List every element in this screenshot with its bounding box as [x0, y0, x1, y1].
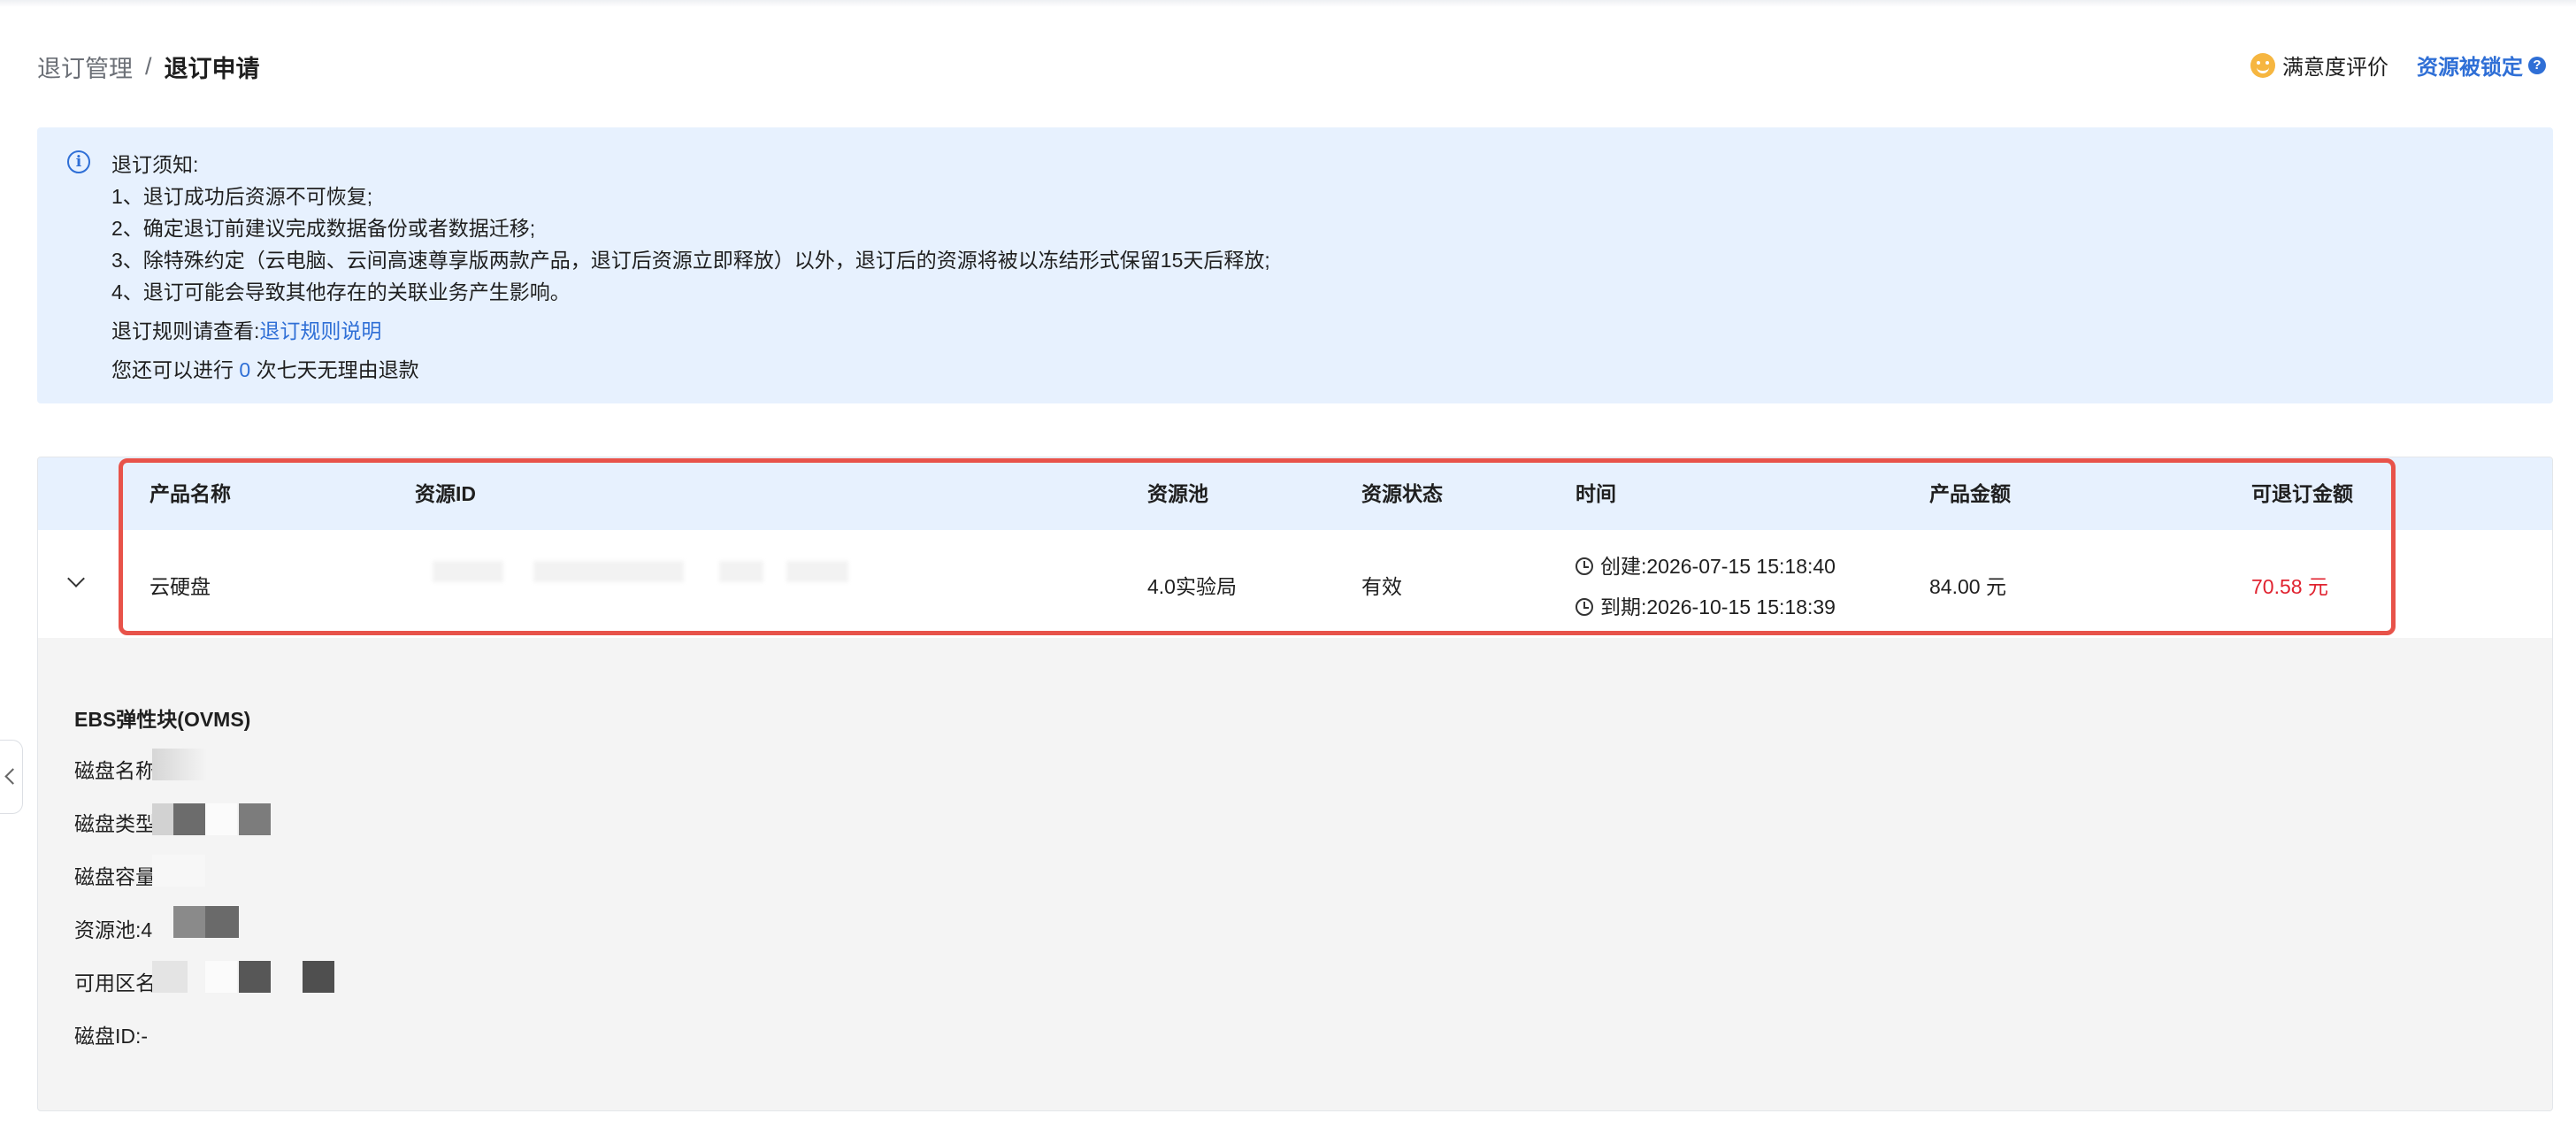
- col-amount: 产品金额: [1929, 482, 2011, 505]
- redacted-value: [152, 803, 173, 835]
- rule-link[interactable]: 退订规则说明: [259, 319, 381, 342]
- unsubscribe-notice: i 退订须知: 1、退订成功后资源不可恢复; 2、确定退订前建议完成数据备份或者…: [37, 127, 2553, 403]
- detail-title: EBS弹性块(OVMS): [74, 708, 251, 731]
- col-status: 资源状态: [1361, 482, 1443, 505]
- redacted-value: [152, 961, 188, 993]
- detail-disk-capacity: 磁盘容量: [74, 865, 156, 888]
- cell-refundable: 70.58 元: [2251, 575, 2328, 598]
- refund-line: 您还可以进行 0 次七天无理由退款: [111, 354, 1270, 386]
- resource-locked-label: 资源被锁定: [2417, 56, 2523, 80]
- redacted-value: [239, 961, 271, 993]
- redacted-id: [786, 561, 848, 582]
- redacted-value: [205, 906, 239, 938]
- notice-title: 退订须知:: [111, 153, 199, 176]
- chevron-down-icon[interactable]: [67, 570, 85, 588]
- redacted-value: [173, 803, 205, 835]
- breadcrumb-separator: /: [145, 53, 152, 80]
- redacted-value: [173, 906, 205, 938]
- detail-disk-name: 磁盘名称: [74, 759, 156, 782]
- detail-zone: 可用区名: [74, 972, 156, 995]
- sidebar-collapse-handle[interactable]: [0, 740, 23, 814]
- rule-prefix: 退订规则请查看:: [111, 319, 260, 342]
- cell-expires: 到期:2026-10-15 15:18:39: [1576, 590, 1836, 620]
- resource-locked-link[interactable]: 资源被锁定 ?: [2417, 50, 2546, 81]
- redacted-value: [303, 961, 334, 993]
- expire-time: 到期:2026-10-15 15:18:39: [1600, 595, 1836, 618]
- breadcrumb-parent[interactable]: 退订管理: [37, 50, 133, 84]
- notice-item: 3、除特殊约定（云电脑、云间高速尊享版两款产品，退订后资源立即释放）以外，退订后…: [111, 249, 1270, 272]
- redacted-value: [239, 803, 271, 835]
- table-row[interactable]: 云硬盘 4.0实验局 有效 创建:2026-07-15 15:18:40 到期:…: [38, 530, 2552, 638]
- col-pool: 资源池: [1147, 482, 1208, 505]
- detail-pool: 资源池:4: [74, 918, 153, 941]
- table-header: 产品名称 资源ID 资源池 资源状态 时间 产品金额 可退订金额: [38, 457, 2552, 530]
- clock-icon: [1576, 557, 1593, 575]
- clock-icon: [1576, 598, 1593, 616]
- resource-table: 产品名称 资源ID 资源池 资源状态 时间 产品金额 可退订金额 云硬盘 4.0…: [37, 457, 2553, 1111]
- cell-product: 云硬盘: [150, 575, 211, 598]
- notice-item: 1、退订成功后资源不可恢复;: [111, 185, 373, 208]
- satisfaction-button[interactable]: 满意度评价: [2250, 50, 2388, 81]
- col-resource-id: 资源ID: [415, 482, 476, 505]
- redacted-value: [205, 961, 237, 993]
- smile-icon: [2250, 52, 2275, 78]
- redacted-value: [152, 749, 207, 780]
- col-product: 产品名称: [150, 482, 231, 505]
- redacted-id: [433, 561, 503, 582]
- col-time: 时间: [1576, 482, 1616, 505]
- col-refundable: 可退订金额: [2251, 482, 2353, 505]
- header-actions: 满意度评价 资源被锁定 ?: [2250, 50, 2546, 81]
- help-icon[interactable]: ?: [2528, 56, 2546, 74]
- cell-pool: 4.0实验局: [1147, 575, 1237, 598]
- created-time: 创建:2026-07-15 15:18:40: [1600, 555, 1836, 578]
- redacted-id: [533, 561, 684, 582]
- notice-item: 2、确定退订前建议完成数据备份或者数据迁移;: [111, 217, 536, 240]
- refund-suffix: 次七天无理由退款: [256, 358, 419, 381]
- redacted-value: [152, 855, 205, 887]
- info-icon: i: [67, 150, 90, 173]
- refund-count: 0: [239, 358, 251, 381]
- cell-amount: 84.00 元: [1929, 575, 2006, 598]
- cell-created: 创建:2026-07-15 15:18:40: [1576, 549, 1836, 580]
- breadcrumb: 退订管理 / 退订申请: [37, 50, 260, 84]
- cell-status: 有效: [1361, 575, 1402, 598]
- notice-item: 4、退订可能会导致其他存在的关联业务产生影响。: [111, 280, 571, 303]
- satisfaction-label: 满意度评价: [2282, 56, 2388, 80]
- redacted-id: [719, 561, 763, 582]
- refund-prefix: 您还可以进行: [111, 358, 234, 381]
- top-shadow: [0, 0, 2576, 7]
- redacted-value: [205, 803, 237, 835]
- detail-disk-id: 磁盘ID:-: [74, 1025, 149, 1048]
- breadcrumb-current: 退订申请: [164, 56, 260, 82]
- rule-line: 退订规则请查看:退订规则说明: [111, 315, 1270, 347]
- detail-disk-type: 磁盘类型: [74, 812, 156, 835]
